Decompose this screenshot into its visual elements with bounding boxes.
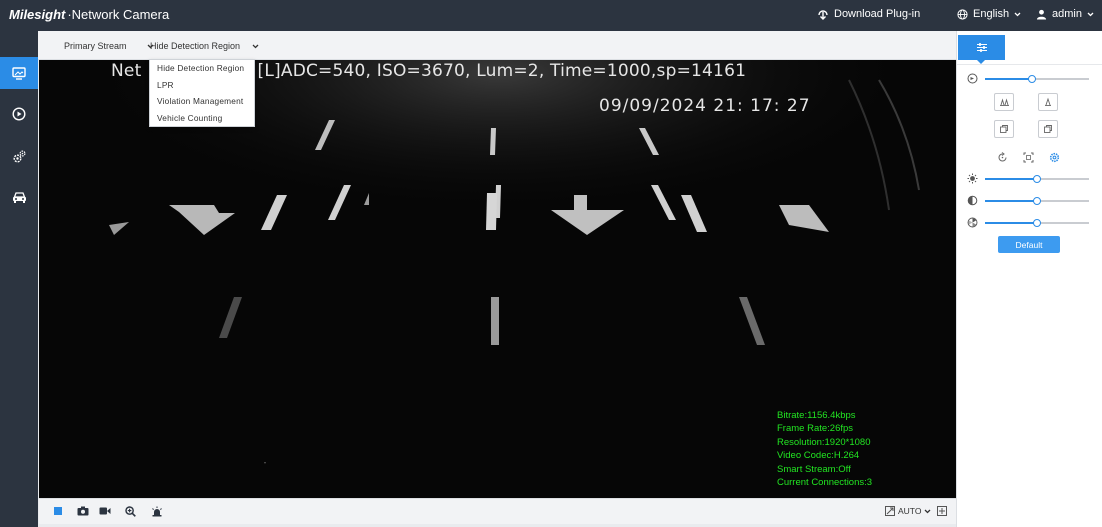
language-label: English [973,8,1010,20]
stat-smart-stream: Smart Stream:Off [777,463,851,475]
top-bar: Milesight ·Network Camera Download Plug-i… [0,0,1102,31]
zoom-speed-icon [967,73,978,84]
tab-image-adjust[interactable] [958,35,1005,60]
stat-resolution: Resolution:1920*1080 [777,436,871,448]
saturation-icon [967,217,978,228]
chevron-down-icon [1014,12,1021,16]
zoom-in-button[interactable] [1038,93,1058,111]
sidebar [0,31,38,527]
focus-near-icon [1000,125,1008,133]
brightness-icon [967,173,978,184]
focus-far-icon [1044,125,1052,133]
zoom-in-icon[interactable] [125,506,136,517]
sidebar-item-vehicle[interactable] [0,181,38,213]
region-select[interactable]: Hide Detection Region [150,41,259,51]
stop-icon[interactable] [53,506,63,516]
monitor-icon [12,66,26,80]
zoom-slider-knob[interactable] [1027,75,1036,83]
zoom-mode-select[interactable]: AUTO [885,506,948,516]
zoom-out-button[interactable] [994,93,1014,111]
record-icon[interactable] [99,506,111,516]
video-toolbar: AUTO [39,498,956,524]
stat-codec: Video Codec:H.264 [777,450,860,462]
region-select-label: Hide Detection Region [150,41,241,51]
contrast-slider-knob[interactable] [1033,197,1041,205]
sidebar-item-playback[interactable] [0,98,38,130]
zoom-slider[interactable] [985,75,1089,83]
brightness-slider-row [967,173,1099,185]
logo-brand: Milesight [9,7,66,22]
menu-item-lpr[interactable]: LPR [150,77,254,94]
user-icon [1036,9,1047,20]
download-plugin-link[interactable]: Download Plug-in [817,8,920,20]
snapshot-icon[interactable] [77,506,89,516]
car-icon [12,191,26,203]
contrast-slider-row [967,195,1099,207]
stat-frame-rate: Frame Rate:26fps [777,423,854,435]
zoom-slider-fill [985,78,1032,80]
stream-toolbar: Primary Stream Hide Detection Region [38,31,956,60]
download-icon [818,10,828,20]
stat-connections: Current Connections:3 [777,477,873,489]
osd-line1-start: Net [111,61,142,81]
play-circle-icon [12,107,26,121]
fit-screen-icon [885,506,895,516]
zoom-tele-icon [1045,97,1051,106]
zoom-slider-row [967,73,1099,85]
sidebar-item-live-view[interactable] [0,57,38,89]
settings-gear-icon[interactable] [1049,152,1060,163]
menu-item-violation-management[interactable]: Violation Management [150,93,254,110]
contrast-icon [967,195,978,206]
stat-bitrate: Bitrate:1156.4kbps [777,410,856,421]
alarm-icon[interactable] [151,506,163,517]
focus-area-icon[interactable] [1023,152,1034,163]
stream-select-label: Primary Stream [64,41,127,51]
region-dropdown-menu: Hide Detection Region LPR Violation Mana… [149,59,255,127]
chevron-down-icon [252,44,259,48]
gears-icon [13,149,26,162]
sidebar-item-settings[interactable] [0,140,38,172]
brightness-slider-fill [985,178,1037,180]
language-select[interactable]: English [957,8,1021,20]
sliders-icon [976,43,987,52]
focus-near-button[interactable] [994,120,1014,138]
saturation-slider-fill [985,222,1037,224]
menu-item-hide-detection-region[interactable]: Hide Detection Region [150,60,254,77]
logo-product: ·Network Camera [67,7,170,22]
menu-item-vehicle-counting[interactable]: Vehicle Counting [150,110,254,127]
chevron-down-icon [925,509,931,513]
image-settings-panel: Default [956,31,1102,527]
contrast-slider[interactable] [985,197,1089,205]
stream-select[interactable]: Primary Stream [64,41,154,51]
saturation-slider-knob[interactable] [1033,219,1041,227]
contrast-slider-fill [985,200,1037,202]
brightness-slider[interactable] [985,175,1089,183]
default-button[interactable]: Default [998,236,1060,253]
focus-far-button[interactable] [1038,120,1058,138]
refresh-icon[interactable] [997,152,1008,163]
zoom-mode-label: AUTO [898,506,922,516]
zoom-out-icon [999,98,1009,106]
osd-line1-rest: era [L]ADC=540, ISO=3670, Lum=2, Time=10… [223,61,747,81]
stream-stats: Bitrate:1156.4kbps Frame Rate:26fps Reso… [777,409,872,489]
chevron-down-icon [1087,12,1094,16]
brightness-slider-knob[interactable] [1033,175,1041,183]
user-label: admin [1052,8,1082,20]
fullscreen-icon[interactable] [937,506,948,516]
saturation-slider[interactable] [985,219,1089,227]
panel-divider [957,64,1102,65]
osd-datetime: 09/09/2024 21: 17: 27 [599,96,811,116]
saturation-slider-row [967,217,1099,229]
globe-icon [957,8,968,20]
app-logo: Milesight ·Network Camera [9,7,169,22]
user-menu[interactable]: admin [1036,8,1094,20]
download-plugin-label: Download Plug-in [834,8,921,20]
